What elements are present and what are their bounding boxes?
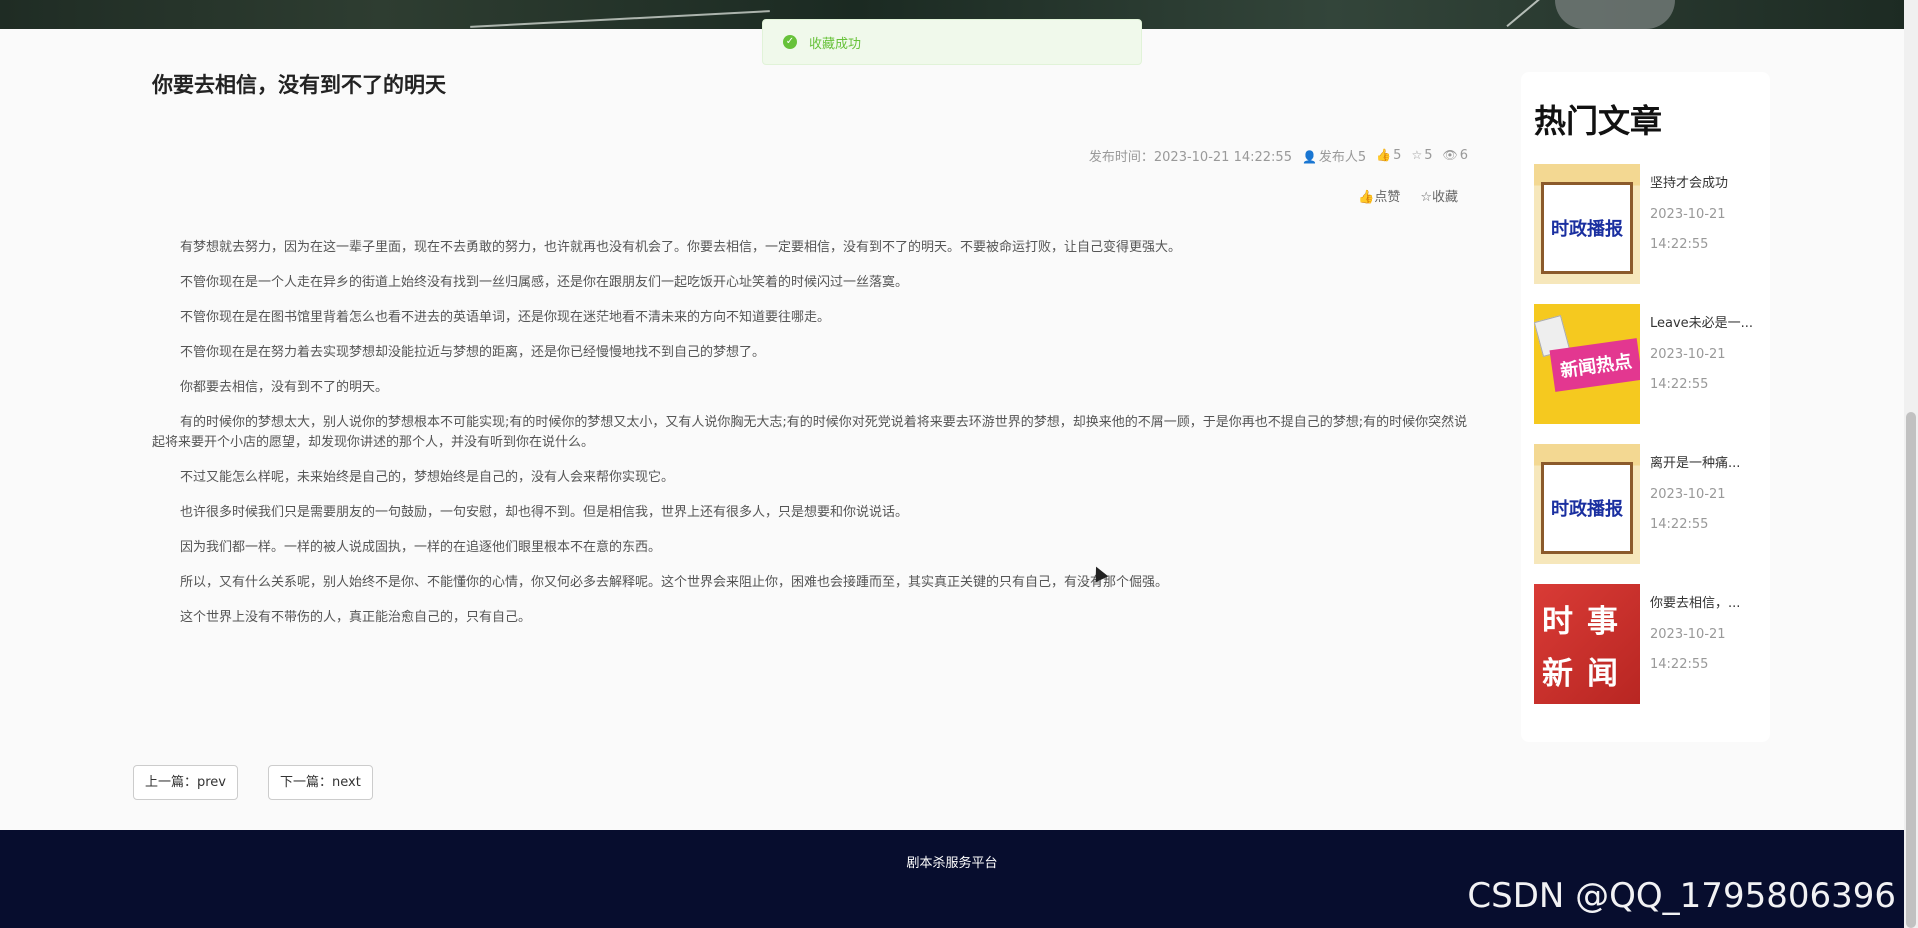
hot-article-item[interactable]: 新闻热点 Leave未必是一... 2023-10-21 14:22:55 bbox=[1534, 304, 1764, 424]
scrollbar-thumb[interactable] bbox=[1906, 412, 1916, 928]
favorite-count-info: ☆ 5 bbox=[1411, 148, 1432, 163]
hot-article-date: 2023-10-21 14:22:55 bbox=[1650, 207, 1726, 252]
article-paragraph: 所以，又有什么关系呢，别人始终不是你、不能懂你的心情，你又何必多去解释呢。这个世… bbox=[180, 575, 1169, 590]
article-title: 你要去相信，没有到不了的明天 bbox=[152, 73, 446, 97]
sidebar-title: 热门文章 bbox=[1534, 102, 1663, 140]
hot-article-item[interactable]: 时政播报 坚持才会成功 2023-10-21 14:22:55 bbox=[1534, 164, 1764, 284]
article-paragraph: 这个世界上没有不带伤的人，真正能治愈自己的，只有自己。 bbox=[180, 610, 532, 625]
article-pager: 上一篇：prev 下一篇：next bbox=[133, 765, 373, 800]
hot-article-title[interactable]: 离开是一种痛... bbox=[1650, 452, 1760, 471]
hot-article-date: 2023-10-21 14:22:55 bbox=[1650, 347, 1726, 392]
next-article-button[interactable]: 下一篇：next bbox=[268, 765, 373, 800]
article-thumbnail[interactable]: 时政播报 bbox=[1534, 444, 1640, 564]
article-paragraph: 有梦想就去努力，因为在这一辈子里面，现在不去勇敢的努力，也许就再也没有机会了。你… bbox=[180, 240, 1182, 255]
article-actions: 👍点赞 ☆收藏 bbox=[1358, 186, 1458, 205]
like-count-info: 👍 5 bbox=[1376, 148, 1401, 163]
hot-article-title[interactable]: Leave未必是一... bbox=[1650, 312, 1760, 331]
like-count: 5 bbox=[1393, 148, 1402, 163]
thumbnail-text: 时事 bbox=[1542, 604, 1632, 640]
article-paragraph: 不管你现在是在努力着去实现梦想却没能拉近与梦想的距离，还是你已经慢慢地找不到自己… bbox=[180, 345, 766, 360]
article-paragraph: 也许很多时候我们只是需要朋友的一句鼓励，一句安慰，却也得不到。但是相信我，世界上… bbox=[180, 505, 909, 520]
banner-decoration bbox=[1506, 0, 1554, 28]
article-thumbnail[interactable]: 时事 新闻 bbox=[1534, 584, 1640, 704]
view-count: 6 bbox=[1459, 148, 1468, 163]
view-count-info: 👁 6 bbox=[1442, 148, 1468, 163]
check-circle-icon: ✓ bbox=[783, 35, 797, 49]
article-meta: 发布时间：2023-10-21 14:22:55 👤 发布人5 👍 5 ☆ 5 👁 6 bbox=[1089, 146, 1468, 165]
banner-figure bbox=[1555, 0, 1675, 29]
hot-article-item[interactable]: 时政播报 离开是一种痛... 2023-10-21 14:22:55 bbox=[1534, 444, 1764, 564]
article-paragraph: 有的时候你的梦想太大，别人说你的梦想根本不可能实现;有的时候你的梦想又太小，又有… bbox=[152, 415, 1468, 450]
article-thumbnail[interactable]: 时政播报 bbox=[1534, 164, 1640, 284]
hot-article-date: 2023-10-21 14:22:55 bbox=[1650, 627, 1726, 672]
thumbnail-text: 时政播报 bbox=[1541, 462, 1633, 554]
hot-article-title[interactable]: 你要去相信，... bbox=[1650, 592, 1760, 611]
thumbnail-text: 新闻 bbox=[1542, 656, 1632, 692]
thumbs-up-icon: 👍 bbox=[1358, 190, 1375, 205]
article-body: 有梦想就去努力，因为在这一辈子里面，现在不去勇敢的努力，也许就再也没有机会了。你… bbox=[152, 238, 1468, 643]
hot-articles-sidebar: 热门文章 时政播报 坚持才会成功 2023-10-21 14:22:55 新闻热点… bbox=[1521, 72, 1770, 742]
eye-icon: 👁 bbox=[1442, 148, 1458, 162]
article-paragraph: 不过又能怎么样呢，未来始终是自己的，梦想始终是自己的，没有人会来帮你实现它。 bbox=[180, 470, 675, 485]
favorite-button[interactable]: ☆收藏 bbox=[1420, 186, 1458, 205]
thumbnail-text: 时政播报 bbox=[1541, 182, 1633, 274]
user-icon: 👤 bbox=[1301, 150, 1317, 164]
hot-article-item[interactable]: 时事 新闻 你要去相信，... 2023-10-21 14:22:55 bbox=[1534, 584, 1764, 704]
author-info: 👤 发布人5 bbox=[1302, 146, 1366, 165]
article-paragraph: 因为我们都一样。一样的被人说成固执，一样的在追逐他们眼里根本不在意的东西。 bbox=[180, 540, 662, 555]
success-toast: ✓ 收藏成功 bbox=[762, 19, 1142, 65]
article-thumbnail[interactable]: 新闻热点 bbox=[1534, 304, 1640, 424]
publish-time: 发布时间：2023-10-21 14:22:55 bbox=[1088, 150, 1292, 165]
favorite-button-label: 收藏 bbox=[1431, 190, 1458, 205]
favorite-count: 5 bbox=[1424, 148, 1433, 163]
like-button[interactable]: 👍点赞 bbox=[1358, 186, 1400, 205]
hot-article-title[interactable]: 坚持才会成功 bbox=[1650, 172, 1760, 191]
article-paragraph: 你都要去相信，没有到不了的明天。 bbox=[180, 380, 389, 395]
site-footer: 剧本杀服务平台 CSDN @QQ_1795806396 bbox=[0, 830, 1904, 928]
article-paragraph: 不管你现在是一个人走在异乡的街道上始终没有找到一丝归属感，还是你在跟朋友们一起吃… bbox=[180, 275, 909, 290]
prev-article-button[interactable]: 上一篇：prev bbox=[133, 765, 239, 800]
banner-decoration bbox=[470, 10, 770, 28]
like-button-label: 点赞 bbox=[1374, 190, 1401, 205]
star-icon: ☆ bbox=[1420, 190, 1432, 205]
watermark: CSDN @QQ_1795806396 bbox=[1467, 876, 1896, 916]
hot-article-date: 2023-10-21 14:22:55 bbox=[1650, 487, 1726, 532]
thumbs-up-icon: 👍 bbox=[1376, 148, 1392, 162]
toast-message: 收藏成功 bbox=[809, 36, 862, 52]
author-name: 发布人5 bbox=[1318, 150, 1367, 165]
article-paragraph: 不管你现在是在图书馆里背着怎么也看不进去的英语单词，还是你现在迷茫地看不清未来的… bbox=[180, 310, 831, 325]
star-icon: ☆ bbox=[1411, 148, 1423, 162]
footer-text: 剧本杀服务平台 bbox=[906, 856, 998, 871]
